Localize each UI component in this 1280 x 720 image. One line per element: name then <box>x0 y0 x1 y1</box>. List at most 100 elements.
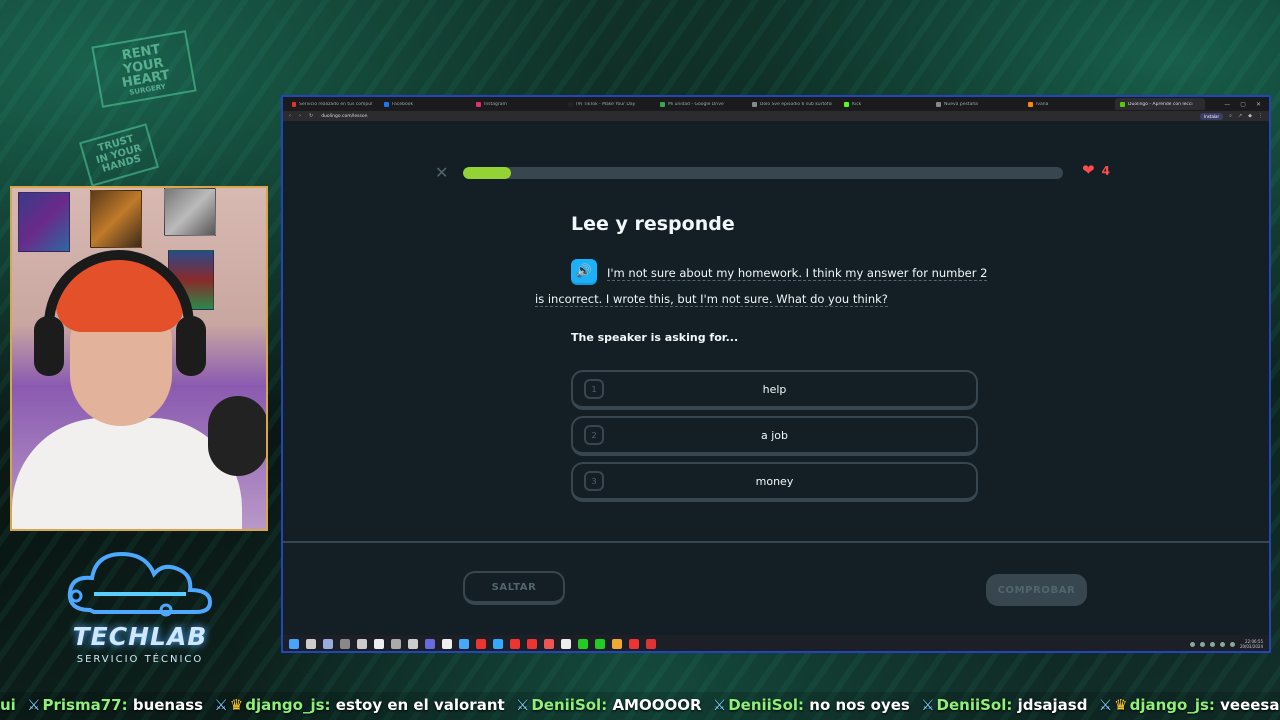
chat-text: AMOOOOR <box>612 696 702 714</box>
taskbar-app-icon[interactable] <box>442 639 452 649</box>
taskbar-app-icon[interactable] <box>544 639 554 649</box>
taskbar-app-icon[interactable] <box>323 639 333 649</box>
wall-poster <box>90 190 142 248</box>
chat-ticker: ui ⚔ Prisma77: buenass ⚔ ♛ django_js: estoy… <box>0 692 1280 720</box>
browser-tab[interactable]: Dolo Sve episodio 6 sub kurtofor <box>747 98 837 110</box>
zoom-icon[interactable]: ⌕ <box>1229 113 1232 119</box>
taskbar-app-icon[interactable] <box>476 639 486 649</box>
close-window-icon[interactable]: ✕ <box>1256 101 1261 108</box>
answer-option[interactable]: 1 help <box>571 370 978 410</box>
wifi-icon[interactable] <box>1219 641 1225 647</box>
close-lesson-icon[interactable]: ✕ <box>435 165 448 181</box>
chat-message: ⚔♛django_js: veeesa moida <box>1099 696 1280 714</box>
crown-icon: ♛ <box>1114 696 1128 714</box>
taskbar-app-icon[interactable] <box>340 639 350 649</box>
tab-label: Kick <box>852 101 862 107</box>
option-number: 3 <box>584 471 604 491</box>
duolingo-lesson: ✕ ❤ 4 Lee y responde 🔊 I'm not sure abou… <box>283 121 1269 643</box>
install-button[interactable]: Instalar <box>1200 112 1224 120</box>
webcam-feed <box>10 186 268 531</box>
hearts-count: 4 <box>1101 163 1110 178</box>
url-field[interactable]: duolingo.com/lesson <box>321 114 367 119</box>
menu-icon[interactable]: ⋮ <box>1258 113 1263 119</box>
answer-option[interactable]: 3 money <box>571 462 978 502</box>
tab-favicon-icon <box>1120 101 1125 107</box>
hearts-counter: ❤ 4 <box>1082 163 1110 178</box>
taskbar-app-icon[interactable] <box>646 639 656 649</box>
system-clock[interactable]: 22:06:55 20/03/2024 <box>1240 639 1263 649</box>
taskbar-app-icon[interactable] <box>408 639 418 649</box>
taskbar-app-icon[interactable] <box>306 639 316 649</box>
address-bar-actions: Instalar ⌕ ↗ ◆ ⋮ <box>1200 112 1263 120</box>
check-button[interactable]: COMPROBAR <box>986 574 1087 606</box>
taskbar-app-icon[interactable] <box>527 639 537 649</box>
tab-label: Nueva pestaña <box>944 101 978 107</box>
taskbar-app-icon[interactable] <box>357 639 367 649</box>
browser-tab[interactable]: Duolingo - Aprende con lecci <box>1115 98 1205 110</box>
chat-user: DeniiSol: <box>936 696 1013 714</box>
sword-icon: ⚔ <box>27 696 41 714</box>
browser-tab[interactable]: Facebook <box>379 98 469 110</box>
reload-icon[interactable]: ↻ <box>309 113 313 119</box>
forward-icon[interactable]: › <box>299 113 301 119</box>
answer-options: 1 help 2 a job 3 money <box>571 370 978 508</box>
browser-tab[interactable]: Nueva pestaña <box>931 98 1021 110</box>
taskbar-app-icon[interactable] <box>612 639 622 649</box>
browser-tab[interactable]: Ivana <box>1023 98 1113 110</box>
taskbar-app-icon[interactable] <box>510 639 520 649</box>
taskbar-app-icon[interactable] <box>459 639 469 649</box>
taskbar-app-icon[interactable] <box>578 639 588 649</box>
chat-text: buenass <box>132 696 204 714</box>
taskbar-app-icon[interactable] <box>561 639 571 649</box>
browser-window: Servicio realizado en tus computadoras Fa… <box>281 95 1271 653</box>
tab-list: Servicio realizado en tus computadoras Fa… <box>287 98 1207 110</box>
tab-label: Dolo Sve episodio 6 sub kurtofor <box>759 101 832 107</box>
taskbar-app-icon[interactable] <box>391 639 401 649</box>
browser-tab[interactable]: Servicio realizado en tus computadoras <box>287 98 377 110</box>
taskbar-app-icon[interactable] <box>425 639 435 649</box>
passage-line[interactable]: I'm not sure about my homework. I think … <box>607 266 988 281</box>
taskbar-app-icon[interactable] <box>629 639 639 649</box>
taskbar-app-icon[interactable] <box>289 639 299 649</box>
browser-tab[interactable]: (9) TikTok - Make Your Day <box>563 98 653 110</box>
skip-button[interactable]: SALTAR <box>463 571 565 605</box>
tray-icon[interactable] <box>1199 641 1205 647</box>
minimize-icon[interactable]: — <box>1224 101 1230 108</box>
option-label: money <box>755 474 794 488</box>
taskbar-app-icon[interactable] <box>595 639 605 649</box>
reading-passage: I'm not sure about my homework. I think … <box>535 260 991 312</box>
tray-icon[interactable] <box>1189 641 1195 647</box>
taskbar-app-icon[interactable] <box>374 639 384 649</box>
techlab-logo: TECHLAB SERVICIO TÉCNICO <box>60 540 220 670</box>
answer-option[interactable]: 2 a job <box>571 416 978 456</box>
tab-favicon-icon <box>384 101 389 107</box>
browser-tab[interactable]: Mi unidad - Google Drive <box>655 98 745 110</box>
browser-tab[interactable]: Kick <box>839 98 929 110</box>
volume-icon[interactable] <box>1229 641 1235 647</box>
back-icon[interactable]: ‹ <box>289 113 291 119</box>
extension-icon[interactable]: ◆ <box>1248 113 1252 119</box>
chat-message: ⚔ DeniiSol: jdsajasd <box>921 696 1087 714</box>
window-controls: — ▢ ✕ <box>1224 101 1269 108</box>
chat-message: ⚔ Prisma77: buenass <box>27 696 203 714</box>
option-number: 2 <box>584 425 604 445</box>
tab-label: Duolingo - Aprende con lecci <box>1128 101 1193 107</box>
address-bar: ‹ › ↻ duolingo.com/lesson Instalar ⌕ ↗ ◆… <box>283 111 1269 121</box>
browser-tab[interactable]: Instagram <box>471 98 561 110</box>
wall-poster <box>18 192 70 252</box>
chat-user: django_js: <box>245 696 331 714</box>
tab-favicon-icon <box>568 101 573 107</box>
footer-divider <box>283 541 1269 543</box>
option-number: 1 <box>584 379 604 399</box>
tray-icon[interactable] <box>1209 641 1215 647</box>
maximize-icon[interactable]: ▢ <box>1240 101 1246 108</box>
share-icon[interactable]: ↗ <box>1238 113 1242 119</box>
cloud-icon <box>67 551 213 617</box>
taskbar-app-icon[interactable] <box>493 639 503 649</box>
chat-message: ⚔ DeniiSol: AMOOOOR <box>516 696 702 714</box>
tab-label: Facebook <box>392 101 414 107</box>
tab-label: Ivana <box>1036 101 1049 107</box>
sword-icon: ⚔ <box>515 696 530 714</box>
passage-line[interactable]: is incorrect. I wrote this, but I'm not … <box>535 292 888 307</box>
logo-title: TECHLAB <box>72 622 208 651</box>
